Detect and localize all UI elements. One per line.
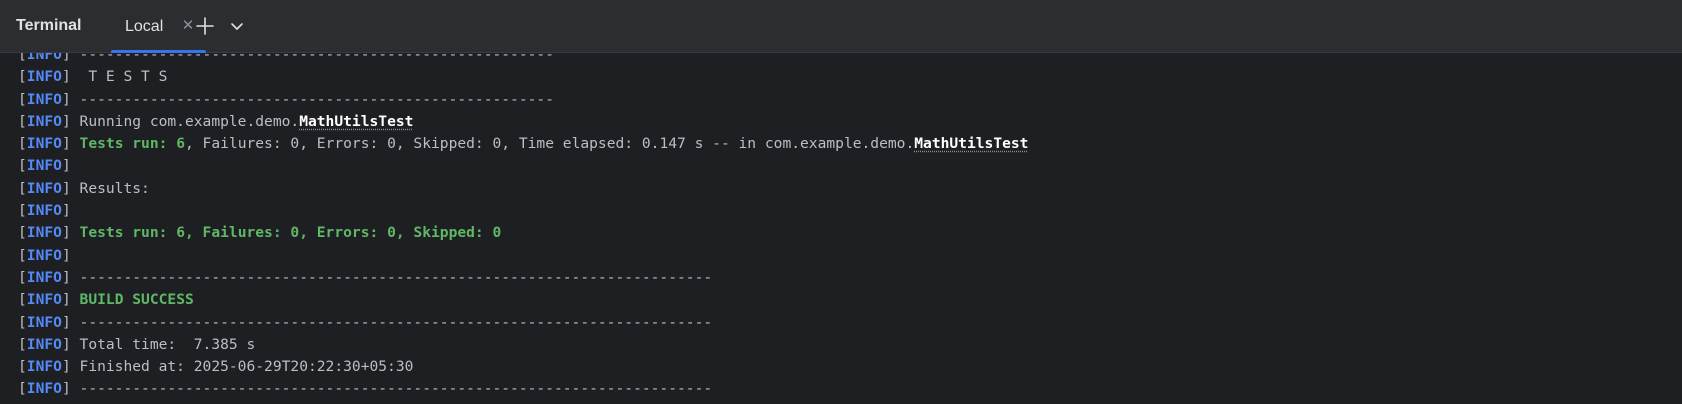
log-bracket-close: ] xyxy=(61,202,71,220)
log-level: INFO xyxy=(26,224,62,242)
log-bracket-open: [ xyxy=(18,202,27,220)
log-text: Finished at: 2025-06-29T20:22:30+05:30 xyxy=(70,358,414,376)
log-text: Results: xyxy=(70,179,150,197)
terminal-line: [INFO] xyxy=(18,245,1028,267)
log-level: INFO xyxy=(26,335,62,353)
log-text: ----------------------------------------… xyxy=(70,380,713,398)
terminal-line: [INFO] Tests run: 6, Failures: 0, Errors… xyxy=(18,133,1028,155)
terminal-line: [INFO] ---------------------------------… xyxy=(18,267,1028,289)
plus-icon xyxy=(196,17,214,35)
log-bracket-open: [ xyxy=(18,112,27,130)
log-bracket-close: ] xyxy=(61,53,71,63)
log-bracket-close: ] xyxy=(61,380,71,398)
terminal-line: [INFO] Running com.example.demo.MathUtil… xyxy=(18,111,1028,133)
tab-options-dropdown[interactable] xyxy=(225,14,249,38)
log-bracket-open: [ xyxy=(18,313,27,331)
log-bracket-open: [ xyxy=(18,157,27,175)
class-link: MathUtilsTest xyxy=(299,112,414,130)
terminal-line: [INFO] ---------------------------------… xyxy=(18,53,1028,66)
class-link: MathUtilsTest xyxy=(914,135,1029,153)
terminal-line: [INFO] T E S T S xyxy=(18,66,1028,88)
terminal-line: [INFO] Finished at: 2025-06-29T20:22:30+… xyxy=(18,356,1028,378)
log-bracket-close: ] xyxy=(61,224,71,242)
log-text: ----------------------------------------… xyxy=(70,313,713,331)
log-bracket-open: [ xyxy=(18,268,27,286)
chevron-down-icon xyxy=(231,23,243,30)
log-level: INFO xyxy=(26,157,62,175)
terminal-toolbar: Terminal Local ✕ xyxy=(0,0,1682,53)
log-level: INFO xyxy=(26,112,62,130)
log-bracket-open: [ xyxy=(18,291,27,309)
terminal-line: [INFO] BUILD SUCCESS xyxy=(18,289,1028,311)
log-bracket-open: [ xyxy=(18,68,27,86)
log-bracket-open: [ xyxy=(18,358,27,376)
log-bracket-open: [ xyxy=(18,335,27,353)
log-text: , Failures: 0, Errors: 0, Skipped: 0, Ti… xyxy=(184,135,915,153)
log-level: INFO xyxy=(26,202,62,220)
log-bracket-close: ] xyxy=(61,179,71,197)
terminal-line: [INFO] ---------------------------------… xyxy=(18,312,1028,334)
log-bracket-close: ] xyxy=(61,90,71,108)
log-level: INFO xyxy=(26,246,62,264)
log-bracket-close: ] xyxy=(61,157,71,175)
log-level: INFO xyxy=(26,291,62,309)
log-level: INFO xyxy=(26,90,62,108)
log-bracket-close: ] xyxy=(61,268,71,286)
log-bracket-close: ] xyxy=(61,135,71,153)
log-bracket-close: ] xyxy=(61,313,71,331)
terminal-line: [INFO] ---------------------------------… xyxy=(18,89,1028,111)
log-bracket-close: ] xyxy=(61,246,71,264)
log-bracket-open: [ xyxy=(18,179,27,197)
terminal-line: [INFO] xyxy=(18,155,1028,177)
log-bracket-open: [ xyxy=(18,90,27,108)
tab-label: Local xyxy=(125,18,164,35)
log-level: INFO xyxy=(26,135,62,153)
log-bracket-open: [ xyxy=(18,53,27,63)
log-bracket-open: [ xyxy=(18,135,27,153)
log-level: INFO xyxy=(26,358,62,376)
log-text: T E S T S xyxy=(70,68,168,86)
log-status: Tests run: 6, Failures: 0, Errors: 0, Sk… xyxy=(79,224,502,242)
terminal-window: Terminal Local ✕ [INFO] ----------------… xyxy=(0,0,1682,404)
log-text: Running com.example.demo. xyxy=(70,112,300,130)
log-text: ----------------------------------------… xyxy=(70,90,554,108)
log-bracket-close: ] xyxy=(61,335,71,353)
terminal-line: [INFO] Tests run: 6, Failures: 0, Errors… xyxy=(18,222,1028,244)
log-status: BUILD SUCCESS xyxy=(79,291,194,309)
log-level: INFO xyxy=(26,313,62,331)
log-bracket-open: [ xyxy=(18,380,27,398)
log-text: ----------------------------------------… xyxy=(70,268,713,286)
tab-local[interactable]: Local ✕ xyxy=(111,0,206,53)
log-status: Tests run: 6 xyxy=(79,135,185,153)
panel-title: Terminal xyxy=(16,17,82,34)
log-level: INFO xyxy=(26,268,62,286)
log-level: INFO xyxy=(26,179,62,197)
log-bracket-close: ] xyxy=(61,112,71,130)
log-text: Total time: 7.385 s xyxy=(70,335,256,353)
log-bracket-open: [ xyxy=(18,246,27,264)
new-tab-button[interactable] xyxy=(193,14,217,38)
log-level: INFO xyxy=(26,53,62,63)
log-level: INFO xyxy=(26,380,62,398)
terminal-line: [INFO] Results: xyxy=(18,178,1028,200)
terminal-output[interactable]: [INFO] ---------------------------------… xyxy=(0,53,1682,404)
log-text: ----------------------------------------… xyxy=(70,53,554,63)
log-level: INFO xyxy=(26,68,62,86)
log-bracket-close: ] xyxy=(61,68,71,86)
terminal-line: [INFO] xyxy=(18,200,1028,222)
log-bracket-close: ] xyxy=(61,358,71,376)
log-bracket-close: ] xyxy=(61,291,71,309)
terminal-lines: [INFO] ---------------------------------… xyxy=(18,53,1028,401)
terminal-line: [INFO] Total time: 7.385 s xyxy=(18,334,1028,356)
terminal-line: [INFO] ---------------------------------… xyxy=(18,378,1028,400)
log-bracket-open: [ xyxy=(18,224,27,242)
